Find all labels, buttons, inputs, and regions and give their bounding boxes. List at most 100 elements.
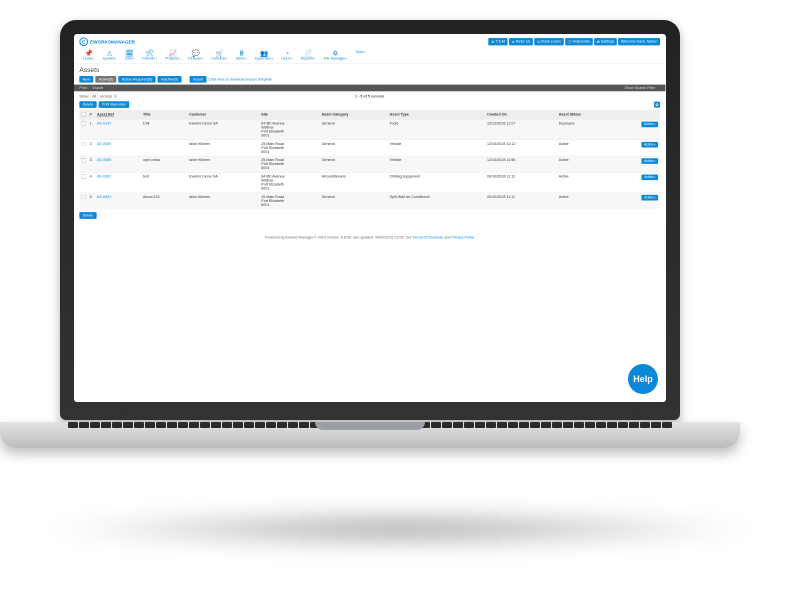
print-tab[interactable]: Print xyxy=(79,86,87,90)
row-select-checkbox[interactable] xyxy=(81,195,85,199)
nav-users-label: Users xyxy=(281,57,293,61)
row-num: 3. xyxy=(88,156,95,172)
nav-jobs[interactable]: 🗓Jobs xyxy=(121,49,137,61)
bulk-delete-button[interactable]: Delete xyxy=(79,101,96,108)
import-button[interactable]: Import xyxy=(189,76,206,83)
table-settings-icon[interactable]: ✿ xyxy=(654,102,660,108)
terms-link[interactable]: Terms Of Business xyxy=(413,235,444,239)
asset-ref-link[interactable]: AS-0147 xyxy=(97,122,111,126)
row-type: Tools xyxy=(388,119,485,139)
nav-finance-icon: 💬 xyxy=(192,50,200,57)
nav-projects[interactable]: 📈Projects xyxy=(162,49,184,61)
row-customer: Eworks Demo SA xyxy=(187,172,259,192)
bulk-action-row: Delete Print Barcodes ✿ xyxy=(74,101,665,110)
nav-quotes[interactable]: ⚠Quotes xyxy=(99,49,120,61)
new-button[interactable]: New xyxy=(79,76,93,83)
row-category: General xyxy=(320,140,388,156)
booking-badge[interactable]: ◷Book a sync xyxy=(534,38,563,45)
nav-filemanager[interactable]: ⚙File Manager xyxy=(320,49,350,61)
footer: Powered by Eworks Manager © 2019 version… xyxy=(74,222,665,246)
show-search-filter[interactable]: Show Search Filter xyxy=(624,86,655,90)
nav-contacts[interactable]: 🛒Contacts xyxy=(208,49,231,61)
row-select-checkbox[interactable] xyxy=(81,175,85,179)
action-required-filter-button[interactable]: Action Required(0) xyxy=(118,76,155,83)
col-category[interactable]: Asset Category xyxy=(320,110,388,119)
row-title: Aircon123 xyxy=(141,193,187,209)
row-type: Chilling Equipment xyxy=(388,172,485,192)
tsm-badge-label: T.S.M xyxy=(496,40,505,44)
row-action-button[interactable]: Action xyxy=(641,195,658,201)
nav-tools-label: Tools xyxy=(355,50,366,54)
active-filter-button[interactable]: Active(5) xyxy=(95,76,116,83)
col-status[interactable]: Asset Status xyxy=(557,110,615,119)
asset-ref-link[interactable]: AS-0059 xyxy=(97,142,111,146)
asset-ref-link[interactable]: AS-0287 xyxy=(97,175,111,179)
col-select-all[interactable] xyxy=(79,110,87,119)
row-site: 25 Main Road Port Elizabeth 6001 xyxy=(259,140,319,156)
nav-expenses[interactable]: 👥Expenses xyxy=(252,49,277,61)
nav-reports[interactable]: 📄Reports xyxy=(298,49,320,61)
asset-ref-link[interactable]: AS-0055 xyxy=(97,158,111,162)
nav-users-icon: ◔ xyxy=(285,50,289,57)
row-status: Active xyxy=(557,140,615,156)
row-num: 4. xyxy=(88,172,95,192)
nav-planner-icon: 🛠 xyxy=(146,50,154,57)
nav-finance[interactable]: 💬Finance xyxy=(185,49,207,61)
privacy-link[interactable]: Privacy Policy xyxy=(451,235,474,239)
row-type: Vehicle xyxy=(388,140,485,156)
row-title: Drill xyxy=(141,119,187,139)
col-customer[interactable]: Customer xyxy=(187,110,259,119)
col-title[interactable]: Title xyxy=(141,110,187,119)
asset-ref-link[interactable]: AS-0091 xyxy=(97,195,111,199)
page-size-select[interactable]: All xyxy=(90,93,97,99)
row-type: Split Wall Air Conditioner xyxy=(388,193,485,209)
nav-leads-icon: 📌 xyxy=(85,50,93,57)
select-all-checkbox[interactable] xyxy=(81,112,85,116)
table-row: 4.AS-0287testEworks Demo SA64 8th Avenue… xyxy=(79,172,660,192)
col-type[interactable]: Asset Type xyxy=(388,110,485,119)
assets-table: # Asset Ref Title Customer Site Asset Ca… xyxy=(79,110,660,209)
export-tab[interactable]: Export xyxy=(93,86,104,90)
tsm-badge[interactable]: ▲T.S.M xyxy=(488,38,507,45)
table-row: 1.AS-0147 DrillEworks Demo SA64 8th Avenu… xyxy=(79,119,660,139)
settings-badge[interactable]: ✿Settings xyxy=(594,38,617,45)
print-barcodes-button[interactable]: Print Barcodes xyxy=(99,101,130,108)
row-title: test xyxy=(141,172,187,192)
row-select-checkbox[interactable] xyxy=(81,158,85,162)
help-badge[interactable]: ⓘHelpcentre xyxy=(565,38,593,45)
col-asset-ref[interactable]: Asset Ref xyxy=(95,110,141,119)
nav-items[interactable]: 🖩Items xyxy=(233,49,251,61)
row-select-checkbox[interactable] xyxy=(81,142,85,146)
row-status: Active xyxy=(557,172,615,192)
row-customer: taine Kitchen xyxy=(187,193,259,209)
nav-planner[interactable]: 🛠Planner xyxy=(139,49,160,61)
row-site: 64 8th Avenue Walmer Port Elizabeth 6001 xyxy=(259,119,319,139)
download-template-link[interactable]: Click here to download import template xyxy=(208,77,271,81)
col-num: # xyxy=(88,110,95,119)
row-customer: Eworks Demo SA xyxy=(187,119,259,139)
row-action-button[interactable]: Action xyxy=(641,158,658,164)
nav-leads[interactable]: 📌Leads xyxy=(79,49,98,61)
refresh-icon[interactable]: ⟳ xyxy=(114,94,117,98)
help-badge-label: Helpcentre xyxy=(573,40,591,44)
bulk-delete-button-bottom[interactable]: Delete xyxy=(79,212,96,219)
nav-leads-label: Leads xyxy=(83,57,95,61)
row-select-checkbox[interactable] xyxy=(81,122,85,126)
nav-users[interactable]: ◔Users xyxy=(278,49,296,61)
row-action-button[interactable]: Action xyxy=(641,175,658,181)
col-created[interactable]: Created On xyxy=(485,110,557,119)
row-action-button[interactable]: Action xyxy=(641,142,658,148)
col-site[interactable]: Site xyxy=(259,110,319,119)
help-bubble[interactable]: Help xyxy=(628,364,658,394)
pagination-bar: Show All records ⟳ 1 - 5 of 5 records xyxy=(74,91,665,101)
inactive-filter-button[interactable]: Inactive(0) xyxy=(158,76,182,83)
help-badge-icon: ⓘ xyxy=(568,39,572,44)
row-num: 1. xyxy=(88,119,95,139)
booking-badge-icon: ◷ xyxy=(537,39,540,43)
refer-badge[interactable]: ★Refer Us xyxy=(509,38,533,45)
nav-tools[interactable]: Tools xyxy=(352,49,369,61)
brand-logo[interactable]: E EWORKSMANAGER xyxy=(79,37,135,46)
welcome-badge[interactable]: Welcome back, farmer xyxy=(618,38,660,45)
record-range: 1 - 5 of 5 records xyxy=(355,94,384,98)
row-action-button[interactable]: Action xyxy=(641,122,658,128)
